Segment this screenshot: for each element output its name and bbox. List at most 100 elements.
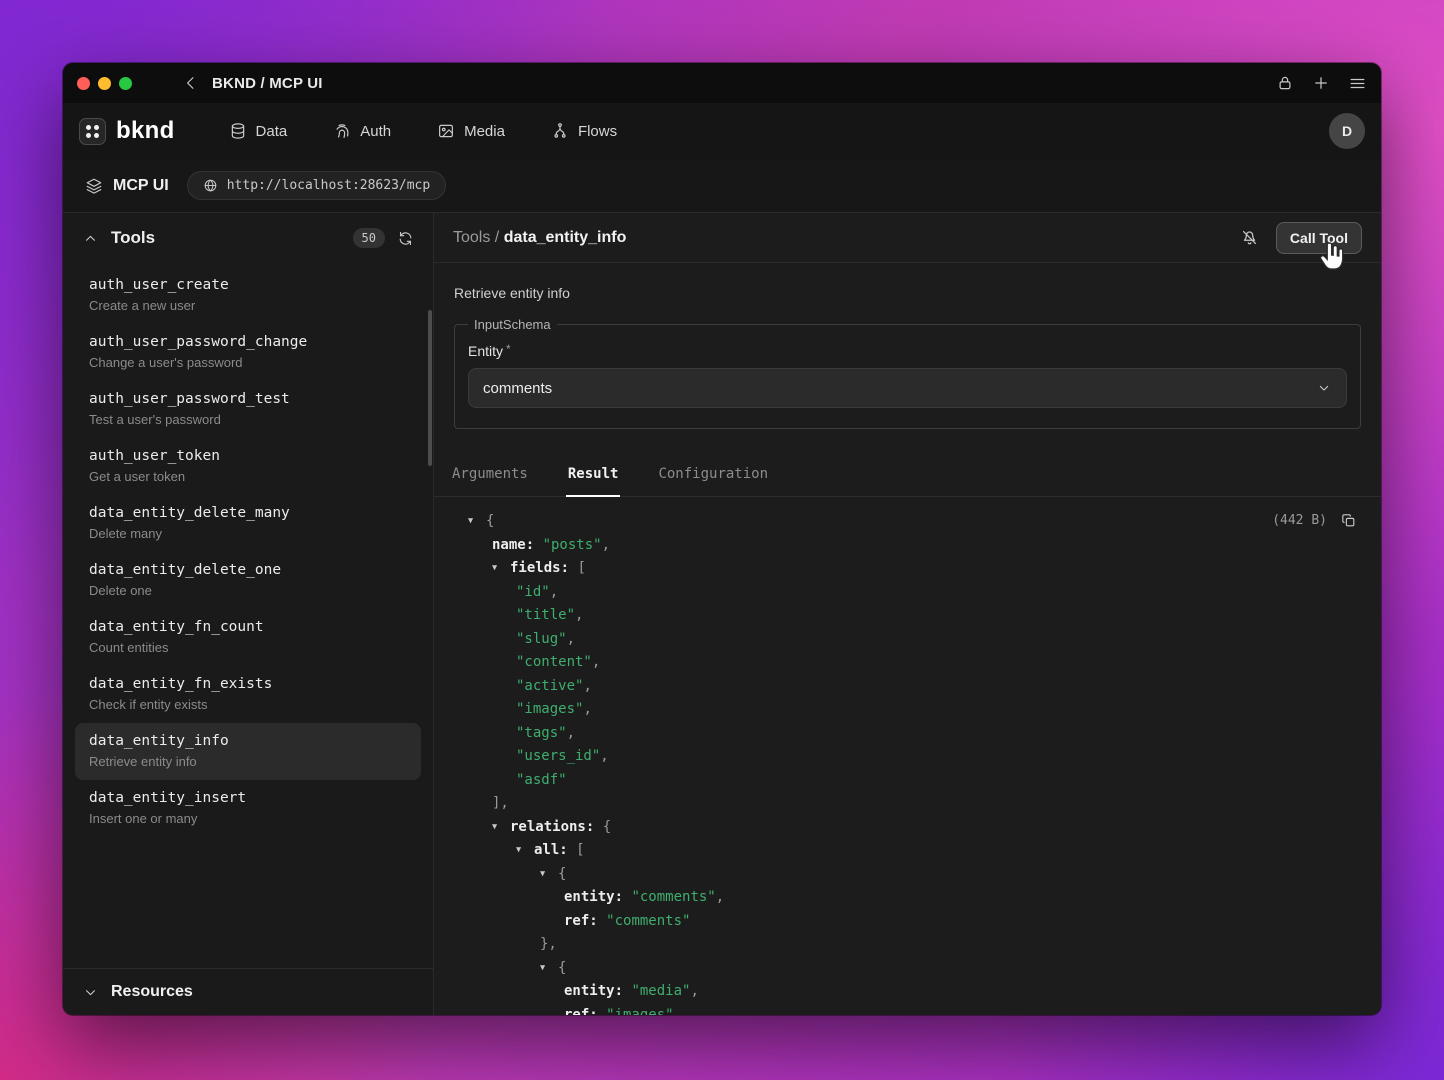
code-line: name: "posts", (434, 534, 1381, 558)
globe-icon (203, 178, 218, 193)
avatar[interactable]: D (1329, 113, 1365, 149)
nav-item-label: Media (464, 123, 505, 140)
mcp-url-chip[interactable]: http://localhost:28623/mcp (187, 171, 447, 200)
response-size: (442 B) (1272, 513, 1327, 528)
tab-result[interactable]: Result (566, 455, 621, 497)
mcp-url: http://localhost:28623/mcp (227, 178, 431, 193)
code-line: ▼{ (434, 510, 1381, 534)
collapse-toggle-icon[interactable]: ▼ (516, 839, 534, 863)
sidebar-item-data_entity_delete_many[interactable]: data_entity_delete_many Delete many (75, 495, 421, 552)
result-pane: (442 B) ▼{name: "posts",▼fields: ["id","… (434, 497, 1381, 1015)
code-line: "content", (434, 651, 1381, 675)
zoom-window-button[interactable] (119, 77, 132, 90)
json-viewer: ▼{name: "posts",▼fields: ["id","title","… (434, 510, 1381, 1015)
code-line: "title", (434, 604, 1381, 628)
chevron-down-icon (1316, 380, 1332, 396)
flow-icon (551, 122, 569, 140)
nav-item-data[interactable]: Data (229, 122, 288, 140)
tool-name: auth_user_password_test (89, 391, 407, 407)
code-line: entity: "media", (434, 980, 1381, 1004)
sidebar-scrollbar-thumb[interactable] (428, 310, 432, 466)
code-line: }, (434, 933, 1381, 957)
sidebar-item-data_entity_insert[interactable]: data_entity_insertInsert one or many (75, 780, 421, 837)
tool-description: Count entities (89, 640, 407, 655)
collapse-toggle-icon[interactable]: ▼ (540, 863, 558, 887)
sidebar-item-data_entity_fn_count[interactable]: data_entity_fn_countCount entities (75, 609, 421, 666)
sidebar-item-data_entity_delete_one[interactable]: data_entity_delete_oneDelete one (75, 552, 421, 609)
tool-name: data_entity_fn_exists (89, 676, 407, 692)
sidebar-item-auth_user_token[interactable]: auth_user_token Get a user token (75, 438, 421, 495)
input-schema-fieldset: InputSchema Entity* comments (454, 317, 1361, 429)
nav-item-label: Auth (360, 123, 391, 140)
entity-select-value: comments (483, 380, 552, 397)
tool-name: auth_user_token (89, 448, 407, 464)
copy-icon[interactable] (1340, 512, 1357, 529)
call-tool-button[interactable]: Call Tool (1276, 222, 1362, 254)
menu-icon[interactable] (1348, 74, 1367, 93)
tools-section-title: Tools (111, 228, 155, 248)
bknd-logo-icon (79, 118, 106, 145)
collapse-toggle-icon[interactable]: ▼ (492, 557, 510, 581)
image-icon (437, 122, 455, 140)
tab-arguments[interactable]: Arguments (450, 455, 530, 496)
layers-icon (85, 177, 103, 195)
back-button[interactable] (182, 74, 200, 92)
titlebar: BKND / MCP UI (63, 63, 1381, 103)
tool-description: Delete many (89, 526, 407, 541)
entity-select[interactable]: comments (468, 368, 1347, 408)
code-line: "users_id", (434, 745, 1381, 769)
tool-description: Insert one or many (89, 811, 407, 826)
breadcrumb: Tools / data_entity_info (453, 229, 626, 247)
resources-section-title: Resources (111, 983, 193, 1001)
tool-description: Create a new user (89, 298, 407, 313)
sidebar-item-auth_user_password_test[interactable]: auth_user_password_testTest a user's pas… (75, 381, 421, 438)
bell-slash-icon[interactable] (1240, 228, 1259, 247)
tool-description: Retrieve entity info (89, 754, 407, 769)
breadcrumb-tools[interactable]: Tools / (453, 229, 504, 246)
sidebar-item-data_entity_info[interactable]: data_entity_infoRetrieve entity info (75, 723, 421, 780)
main-panel: Tools / data_entity_info Call Tool Retri… (434, 213, 1381, 1015)
tool-name: data_entity_delete_many (89, 505, 407, 521)
app-navbar: bknd Data Auth Media (63, 103, 1381, 159)
code-line: ▼relations: { (434, 816, 1381, 840)
code-line: entity: "comments", (434, 886, 1381, 910)
sidebar-item-data_entity_fn_exists[interactable]: data_entity_fn_exists Check if entity exi… (75, 666, 421, 723)
tab-configuration[interactable]: Configuration (656, 455, 770, 496)
code-line: ref: "comments" (434, 910, 1381, 934)
minimize-window-button[interactable] (98, 77, 111, 90)
tool-description: Check if entity exists (89, 697, 407, 712)
code-line: "asdf" (434, 769, 1381, 793)
tool-name: data_entity_delete_one (89, 562, 407, 578)
bknd-logo[interactable]: bknd (79, 117, 175, 145)
tool-list: auth_user_createCreate a new userauth_us… (63, 263, 433, 968)
tool-name: auth_user_password_change (89, 334, 407, 350)
nav-item-auth[interactable]: Auth (333, 122, 391, 140)
nav-item-media[interactable]: Media (437, 122, 505, 140)
nav-item-label: Data (256, 123, 288, 140)
code-line: "images", (434, 698, 1381, 722)
code-line: ], (434, 792, 1381, 816)
collapse-section-icon[interactable] (82, 230, 99, 247)
close-window-button[interactable] (77, 77, 90, 90)
chevron-down-icon (82, 984, 99, 1001)
collapse-toggle-icon[interactable]: ▼ (468, 510, 486, 534)
collapse-toggle-icon[interactable]: ▼ (540, 957, 558, 981)
lock-icon[interactable] (1276, 74, 1294, 92)
code-line: ▼all: [ (434, 839, 1381, 863)
result-tabs: Arguments Result Configuration (434, 455, 1381, 497)
page-title: MCP UI (113, 177, 169, 195)
app-window: BKND / MCP UI bknd Data (63, 63, 1381, 1015)
tool-description: Get a user token (89, 469, 407, 484)
sidebar-item-auth_user_password_change[interactable]: auth_user_password_changeChange a user's… (75, 324, 421, 381)
fingerprint-icon (333, 122, 351, 140)
nav-item-flows[interactable]: Flows (551, 122, 617, 140)
resources-section-header[interactable]: Resources (63, 968, 433, 1015)
code-line: ▼{ (434, 863, 1381, 887)
new-tab-icon[interactable] (1312, 74, 1330, 92)
sidebar-item-auth_user_create[interactable]: auth_user_create Create a new user (75, 267, 421, 324)
collapse-toggle-icon[interactable]: ▼ (492, 816, 510, 840)
tool-description-text: Retrieve entity info (434, 263, 1381, 301)
tool-name: auth_user_create (89, 277, 407, 293)
page-subheader: MCP UI http://localhost:28623/mcp (63, 159, 1381, 213)
refresh-icon[interactable] (397, 230, 414, 247)
